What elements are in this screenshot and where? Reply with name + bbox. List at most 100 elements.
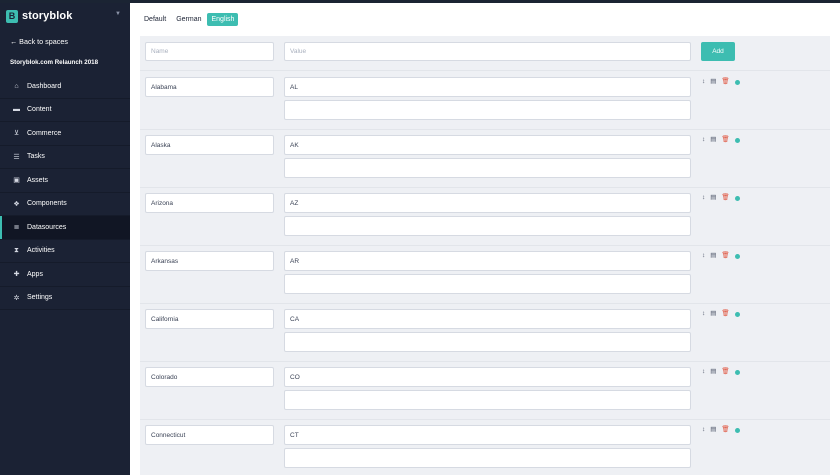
table-row: Connecticut CT ↕ ▤ 🗑 bbox=[140, 420, 830, 475]
cart-icon: ⊻ bbox=[13, 130, 20, 138]
sidebar-item-content[interactable]: ▬ Content bbox=[0, 99, 130, 122]
sidebar-item-components[interactable]: ❖ Components bbox=[0, 193, 130, 216]
space-switcher-caret-icon[interactable]: ▼ bbox=[115, 11, 121, 17]
space-name: Storyblok.com Relaunch 2018 bbox=[10, 59, 99, 66]
brand-name: storyblok bbox=[22, 10, 73, 22]
row-actions: ↕ ▤ 🗑 bbox=[702, 309, 740, 319]
sidebar-item-label: Activities bbox=[27, 247, 55, 255]
sidebar-item-label: Components bbox=[27, 200, 67, 208]
sidebar-item-label: Assets bbox=[27, 176, 49, 184]
delete-icon[interactable]: 🗑 bbox=[721, 193, 729, 203]
dimension-value-input[interactable] bbox=[284, 274, 691, 294]
database-icon: ≣ bbox=[13, 224, 20, 232]
sidebar-nav: ⌂ Dashboard ▬ Content ⊻ Commerce ☰ Tasks ▣ Assets… bbox=[0, 75, 130, 310]
row-actions: ↕ ▤ 🗑 bbox=[702, 425, 740, 435]
table-row: Arkansas AR ↕ ▤ 🗑 bbox=[140, 246, 830, 304]
dimension-value-input[interactable] bbox=[284, 448, 691, 468]
name-input[interactable]: Arizona bbox=[145, 193, 274, 213]
table-row: Alabama AL ↕ ▤ 🗑 bbox=[140, 72, 830, 130]
tab-default[interactable]: Default bbox=[140, 13, 171, 26]
add-button[interactable]: Add bbox=[701, 42, 735, 61]
home-icon: ⌂ bbox=[14, 82, 19, 90]
tab-english[interactable]: English bbox=[207, 13, 239, 26]
move-icon[interactable]: ↕ bbox=[702, 193, 705, 203]
sidebar-item-assets[interactable]: ▣ Assets bbox=[0, 169, 130, 193]
value-input[interactable]: AL bbox=[284, 77, 691, 97]
save-icon[interactable]: ▤ bbox=[710, 135, 716, 145]
folder-icon: ▬ bbox=[13, 106, 20, 114]
sidebar-item-apps[interactable]: ✚ Apps bbox=[0, 263, 130, 287]
delete-icon[interactable]: 🗑 bbox=[721, 135, 729, 145]
move-icon[interactable]: ↕ bbox=[702, 367, 705, 377]
value-input[interactable]: CT bbox=[284, 425, 691, 445]
delete-icon[interactable]: 🗑 bbox=[721, 367, 729, 377]
sidebar-item-settings[interactable]: ✲ Settings bbox=[0, 287, 130, 310]
status-dot-icon bbox=[734, 195, 740, 201]
sidebar-item-label: Commerce bbox=[27, 129, 62, 137]
move-icon[interactable]: ↕ bbox=[702, 425, 705, 435]
move-icon[interactable]: ↕ bbox=[702, 309, 705, 319]
sidebar-item-tasks[interactable]: ☰ Tasks bbox=[0, 146, 130, 169]
main-content: Default German English Name Value Add Alab… bbox=[130, 3, 840, 475]
status-dot-icon bbox=[734, 427, 740, 433]
save-icon[interactable]: ▤ bbox=[710, 193, 716, 203]
dimension-value-input[interactable] bbox=[284, 100, 691, 120]
value-input[interactable]: AK bbox=[284, 135, 691, 155]
language-tabs: Default German English bbox=[140, 13, 240, 26]
delete-icon[interactable]: 🗑 bbox=[721, 251, 729, 261]
delete-icon[interactable]: 🗑 bbox=[721, 77, 729, 87]
dimension-value-input[interactable] bbox=[284, 390, 691, 410]
name-input[interactable]: California bbox=[145, 309, 274, 329]
sidebar-item-dashboard[interactable]: ⌂ Dashboard bbox=[0, 75, 130, 99]
save-icon[interactable]: ▤ bbox=[710, 425, 716, 435]
name-input[interactable]: Colorado bbox=[145, 367, 274, 387]
table-row: Alaska AK ↕ ▤ 🗑 bbox=[140, 130, 830, 188]
sidebar-item-activities[interactable]: ⧗ Activities bbox=[0, 240, 130, 263]
new-entry-row: Name Value Add bbox=[140, 36, 830, 71]
dimension-value-input[interactable] bbox=[284, 332, 691, 352]
status-dot-icon bbox=[734, 253, 740, 259]
value-input[interactable]: CA bbox=[284, 309, 691, 329]
name-input[interactable]: Alaska bbox=[145, 135, 274, 155]
brand[interactable]: B storyblok bbox=[6, 9, 72, 23]
new-name-input[interactable]: Name bbox=[145, 42, 274, 61]
name-input[interactable]: Connecticut bbox=[145, 425, 274, 445]
move-icon[interactable]: ↕ bbox=[702, 135, 705, 145]
table-row: California CA ↕ ▤ 🗑 bbox=[140, 304, 830, 362]
sidebar-item-datasources[interactable]: ≣ Datasources bbox=[0, 216, 130, 240]
status-dot-icon bbox=[734, 369, 740, 375]
status-dot-icon bbox=[734, 79, 740, 85]
tab-german[interactable]: German bbox=[172, 13, 206, 26]
save-icon[interactable]: ▤ bbox=[710, 309, 716, 319]
table-row: Arizona AZ ↕ ▤ 🗑 bbox=[140, 188, 830, 246]
gear-icon: ✲ bbox=[13, 294, 20, 302]
hourglass-icon: ⧗ bbox=[14, 246, 19, 254]
back-to-spaces-link[interactable]: ← Back to spaces bbox=[10, 37, 68, 46]
row-actions: ↕ ▤ 🗑 bbox=[702, 193, 740, 203]
delete-icon[interactable]: 🗑 bbox=[721, 425, 729, 435]
window-top-border bbox=[0, 0, 840, 3]
value-input[interactable]: AZ bbox=[284, 193, 691, 213]
name-input[interactable]: Alabama bbox=[145, 77, 274, 97]
row-actions: ↕ ▤ 🗑 bbox=[702, 77, 740, 87]
row-actions: ↕ ▤ 🗑 bbox=[702, 367, 740, 377]
dimension-value-input[interactable] bbox=[284, 158, 691, 178]
save-icon[interactable]: ▤ bbox=[710, 251, 716, 261]
delete-icon[interactable]: 🗑 bbox=[721, 309, 729, 319]
components-icon: ❖ bbox=[13, 200, 20, 208]
sidebar-item-label: Settings bbox=[27, 294, 53, 302]
tasks-icon: ☰ bbox=[13, 153, 20, 161]
dimension-value-input[interactable] bbox=[284, 216, 691, 236]
move-icon[interactable]: ↕ bbox=[702, 251, 705, 261]
puzzle-icon: ✚ bbox=[13, 271, 20, 279]
sidebar-item-commerce[interactable]: ⊻ Commerce bbox=[0, 122, 130, 146]
sidebar-item-label: Tasks bbox=[27, 153, 45, 161]
name-input[interactable]: Arkansas bbox=[145, 251, 274, 271]
move-icon[interactable]: ↕ bbox=[702, 77, 705, 87]
save-icon[interactable]: ▤ bbox=[710, 77, 716, 87]
save-icon[interactable]: ▤ bbox=[710, 367, 716, 377]
table-row: Colorado CO ↕ ▤ 🗑 bbox=[140, 362, 830, 420]
new-value-input[interactable]: Value bbox=[284, 42, 691, 61]
value-input[interactable]: AR bbox=[284, 251, 691, 271]
value-input[interactable]: CO bbox=[284, 367, 691, 387]
